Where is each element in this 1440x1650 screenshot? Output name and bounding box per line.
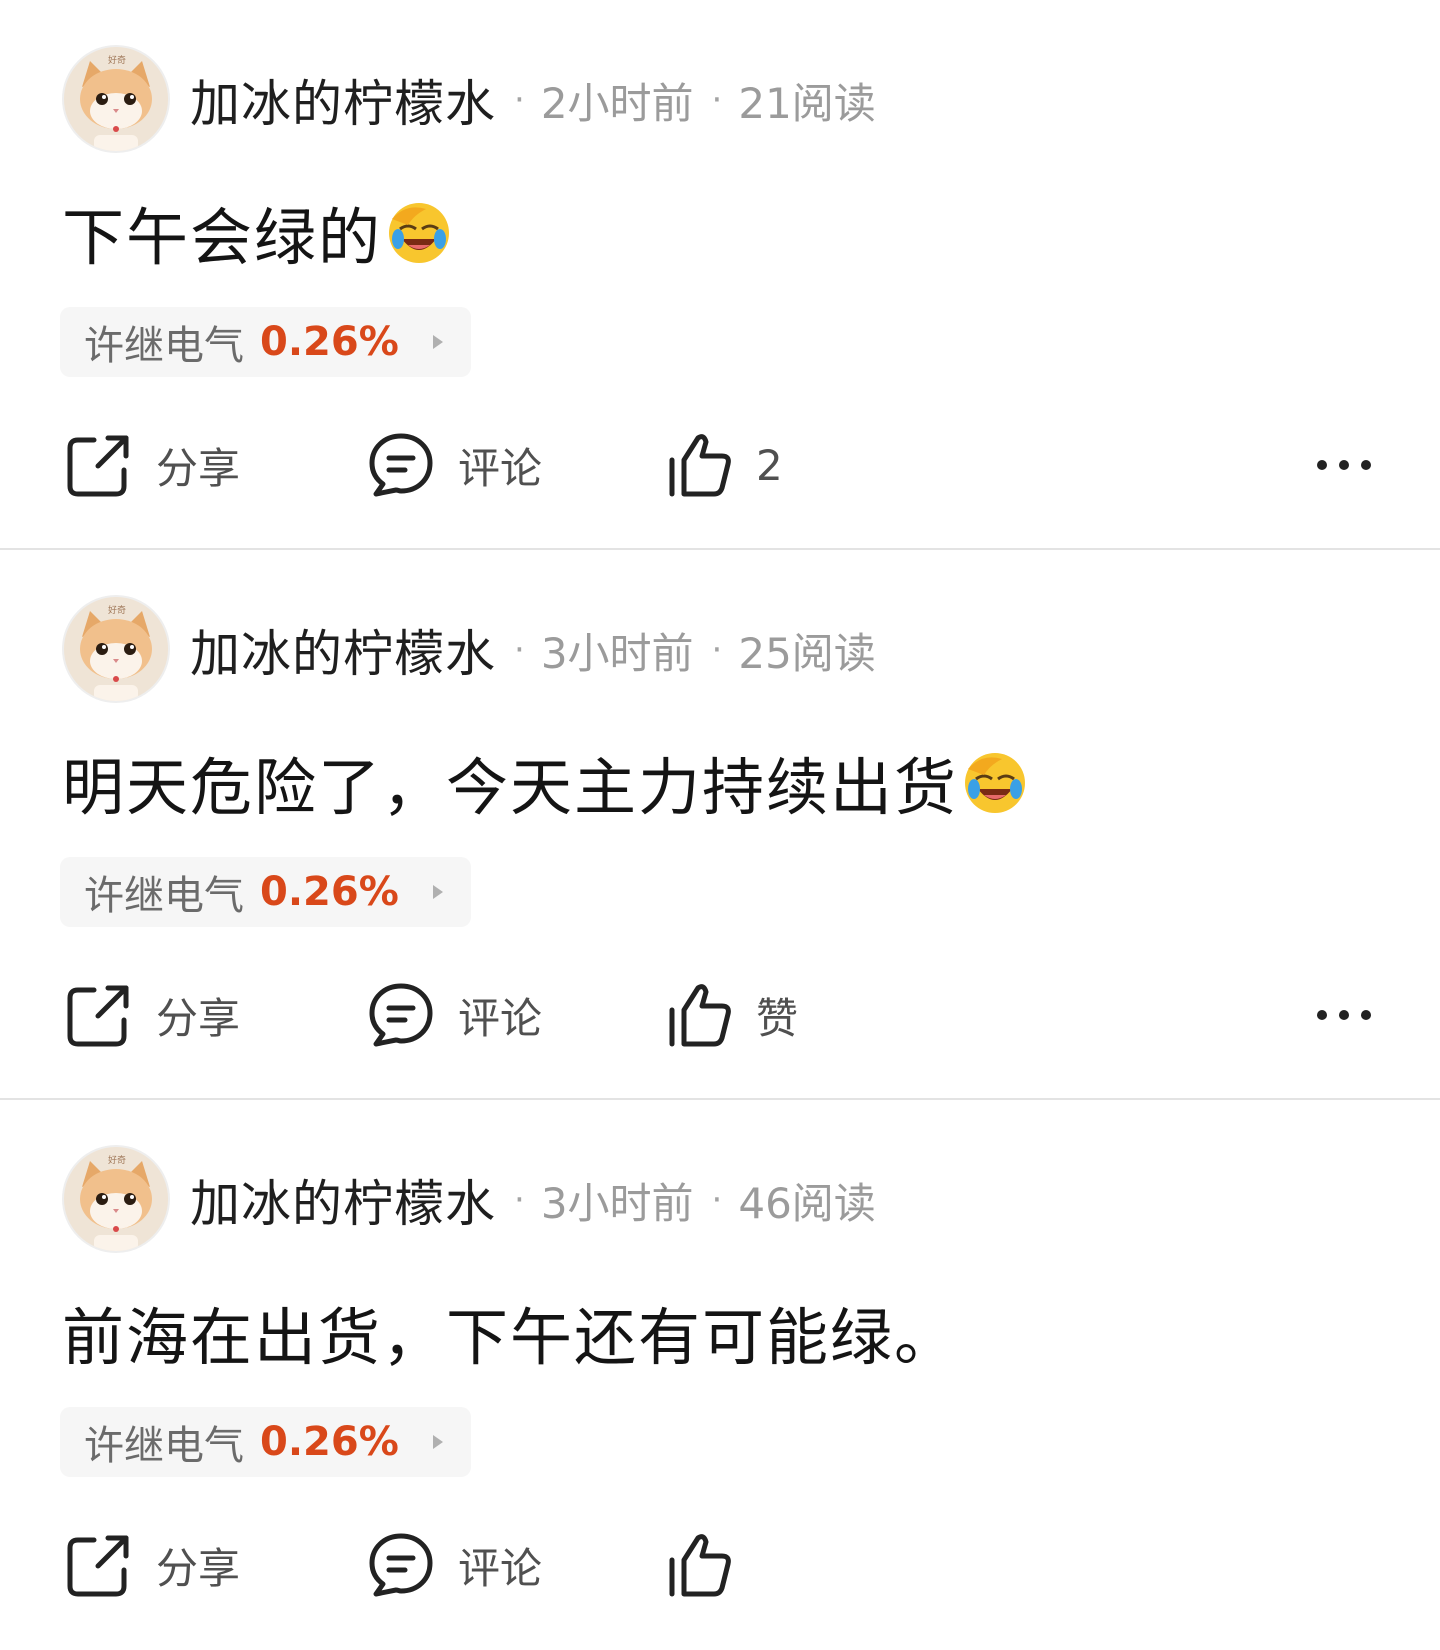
action-bar: 分享 评论 2 bbox=[0, 420, 1440, 510]
like-label: 赞 bbox=[756, 993, 799, 1043]
share-label: 分享 bbox=[156, 993, 241, 1043]
thumbs-up-icon bbox=[669, 984, 731, 1047]
stock-tag[interactable]: 许继电气 0.26% bbox=[60, 1407, 471, 1477]
read-count: 46阅读 bbox=[738, 1178, 876, 1228]
post-content[interactable]: 明天危险了，今天主力持续出货 bbox=[62, 740, 1028, 824]
meta-separator: · bbox=[514, 1180, 525, 1220]
username[interactable]: 加冰的柠檬水 bbox=[190, 1164, 496, 1236]
meta-separator: · bbox=[711, 80, 723, 120]
post-time: 2小时前 bbox=[540, 78, 694, 128]
comment-label: 评论 bbox=[458, 993, 543, 1043]
more-icon bbox=[1317, 460, 1371, 470]
post-card[interactable]: 好奇 加冰的柠檬水 · 3小时前 · 46阅读 前海在出货，下午还有可能绿。 许… bbox=[0, 1100, 1440, 1650]
action-bar: 分享 评论 赞 bbox=[0, 970, 1440, 1060]
comment-icon bbox=[369, 433, 433, 497]
face-palm-crying-laughing-emoji bbox=[965, 753, 1026, 813]
post-feed: 好奇 加冰的柠檬水 · 2小时前 · 21阅读 下午会绿的 许继电气 0.26%… bbox=[0, 0, 1440, 1650]
face-palm-crying-laughing-emoji bbox=[389, 203, 450, 263]
post-time: 3小时前 bbox=[540, 628, 694, 678]
post-text: 明天危险了，今天主力持续出货 bbox=[62, 751, 959, 824]
avatar[interactable]: 好奇 bbox=[62, 45, 170, 153]
post-meta: 加冰的柠檬水 · 2小时前 · 21阅读 bbox=[190, 68, 876, 133]
comment-button[interactable]: 评论 bbox=[366, 1520, 542, 1610]
cat-avatar-image: 好奇 bbox=[64, 47, 168, 151]
more-icon bbox=[1317, 1010, 1371, 1020]
avatar[interactable]: 好奇 bbox=[62, 595, 170, 703]
more-button[interactable] bbox=[1304, 420, 1384, 510]
stock-name: 许继电气 bbox=[84, 873, 244, 919]
post-content[interactable]: 下午会绿的 bbox=[62, 190, 452, 274]
share-button[interactable]: 分享 bbox=[64, 420, 240, 510]
chevron-right-icon bbox=[432, 885, 443, 899]
post-content[interactable]: 前海在出货，下午还有可能绿。 bbox=[62, 1290, 958, 1374]
comment-button[interactable]: 评论 bbox=[366, 970, 542, 1060]
comment-label: 评论 bbox=[458, 1543, 543, 1593]
like-button[interactable] bbox=[664, 1520, 756, 1610]
share-button[interactable]: 分享 bbox=[64, 970, 240, 1060]
stock-tag[interactable]: 许继电气 0.26% bbox=[60, 307, 471, 377]
meta-separator: · bbox=[514, 630, 525, 670]
thumbs-up-icon bbox=[669, 434, 731, 497]
read-count: 25阅读 bbox=[738, 628, 876, 678]
cat-avatar-image: 好奇 bbox=[64, 597, 168, 701]
comment-button[interactable]: 评论 bbox=[366, 420, 542, 510]
post-time: 3小时前 bbox=[540, 1178, 694, 1228]
meta-separator: · bbox=[711, 1180, 723, 1220]
post-card[interactable]: 好奇 加冰的柠檬水 · 2小时前 · 21阅读 下午会绿的 许继电气 0.26%… bbox=[0, 0, 1440, 550]
like-button[interactable]: 2 bbox=[664, 420, 783, 510]
stock-change: 0.26% bbox=[260, 319, 399, 365]
avatar-caption: 好奇 bbox=[108, 54, 126, 66]
cat-avatar-image: 好奇 bbox=[64, 1147, 168, 1251]
action-bar: 分享 评论 bbox=[0, 1520, 1440, 1610]
post-text: 前海在出货，下午还有可能绿。 bbox=[62, 1301, 959, 1374]
read-count: 21阅读 bbox=[738, 78, 876, 128]
more-button[interactable] bbox=[1304, 970, 1384, 1060]
post-card[interactable]: 好奇 加冰的柠檬水 · 3小时前 · 25阅读 明天危险了，今天主力持续出货 许… bbox=[0, 550, 1440, 1100]
meta-separator: · bbox=[711, 630, 723, 670]
share-label: 分享 bbox=[156, 1543, 241, 1593]
thumbs-up-icon bbox=[669, 1534, 731, 1597]
avatar-caption: 好奇 bbox=[108, 604, 126, 616]
chevron-right-icon bbox=[432, 1435, 443, 1449]
post-text: 下午会绿的 bbox=[62, 201, 383, 274]
post-meta: 加冰的柠檬水 · 3小时前 · 25阅读 bbox=[190, 618, 876, 683]
post-meta: 加冰的柠檬水 · 3小时前 · 46阅读 bbox=[190, 1168, 876, 1233]
comment-icon bbox=[369, 983, 433, 1047]
share-icon bbox=[67, 1535, 129, 1597]
like-label: 2 bbox=[756, 440, 783, 490]
stock-change: 0.26% bbox=[260, 869, 399, 915]
avatar[interactable]: 好奇 bbox=[62, 1145, 170, 1253]
share-button[interactable]: 分享 bbox=[64, 1520, 240, 1610]
username[interactable]: 加冰的柠檬水 bbox=[190, 614, 496, 686]
comment-label: 评论 bbox=[458, 443, 543, 493]
stock-name: 许继电气 bbox=[84, 1423, 244, 1469]
share-label: 分享 bbox=[156, 443, 241, 493]
username[interactable]: 加冰的柠檬水 bbox=[190, 64, 496, 136]
comment-icon bbox=[369, 1533, 433, 1597]
share-icon bbox=[67, 435, 129, 497]
stock-change: 0.26% bbox=[260, 1419, 399, 1465]
share-icon bbox=[67, 985, 129, 1047]
like-button[interactable]: 赞 bbox=[664, 970, 798, 1060]
chevron-right-icon bbox=[432, 335, 443, 349]
meta-separator: · bbox=[514, 80, 525, 120]
avatar-caption: 好奇 bbox=[108, 1154, 126, 1166]
stock-name: 许继电气 bbox=[84, 323, 244, 369]
stock-tag[interactable]: 许继电气 0.26% bbox=[60, 857, 471, 927]
